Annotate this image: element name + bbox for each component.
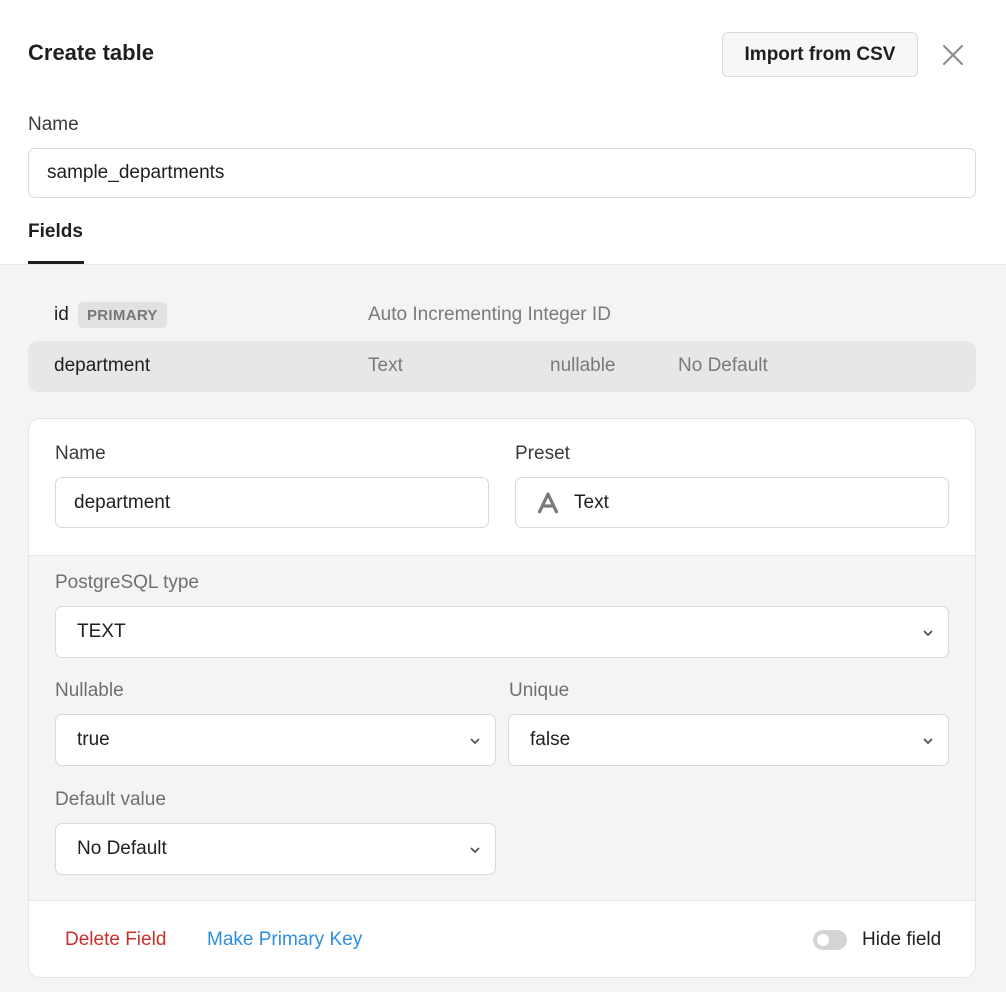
table-name-input[interactable]: sample_departments <box>28 148 976 198</box>
dialog-header: Create table Import from CSV Name sample… <box>0 0 1006 264</box>
import-csv-button[interactable]: Import from CSV <box>722 32 918 77</box>
unique-label: Unique <box>509 680 570 701</box>
default-value-label: Default value <box>55 789 166 810</box>
delete-field-button[interactable]: Delete Field <box>65 929 166 951</box>
editor-top-section: Name department Preset Text <box>29 419 975 555</box>
make-primary-key-button[interactable]: Make Primary Key <box>207 929 362 951</box>
preset-value: Text <box>574 491 609 513</box>
postgres-type-select[interactable]: TEXT <box>55 606 949 658</box>
unique-value: false <box>530 729 571 750</box>
chevron-down-icon <box>923 630 933 637</box>
field-default: No Default <box>678 355 768 376</box>
field-row-department[interactable]: department Text nullable No Default <box>28 341 976 392</box>
postgres-type-value: TEXT <box>77 621 126 642</box>
nullable-value: true <box>77 729 110 750</box>
close-icon[interactable] <box>938 40 968 70</box>
primary-badge: PRIMARY <box>78 302 167 328</box>
field-type: Text <box>368 355 403 376</box>
chevron-down-icon <box>470 847 480 854</box>
field-type: Auto Incrementing Integer ID <box>368 304 611 325</box>
field-row-id[interactable]: id PRIMARY Auto Incrementing Integer ID <box>28 290 976 341</box>
toggle-knob <box>817 934 829 946</box>
chevron-down-icon <box>470 738 480 745</box>
field-name-input[interactable]: department <box>55 477 489 528</box>
field-nullable: nullable <box>550 355 616 376</box>
field-name: department <box>54 355 151 376</box>
nullable-select[interactable]: true <box>55 714 496 766</box>
preset-select[interactable]: Text <box>515 477 949 528</box>
editor-options-section: PostgreSQL type TEXT Nullable true Uniqu… <box>29 555 975 901</box>
tab-fields[interactable]: Fields <box>28 221 83 243</box>
default-value-select[interactable]: No Default <box>55 823 496 875</box>
preset-label: Preset <box>515 443 570 464</box>
field-editor-card: Name department Preset Text PostgreSQL t… <box>28 418 976 978</box>
postgres-type-label: PostgreSQL type <box>55 572 199 593</box>
dialog-title: Create table <box>28 40 154 65</box>
field-name-label: Name <box>55 443 106 464</box>
editor-actions: Delete Field Make Primary Key Hide field <box>29 901 975 977</box>
nullable-label: Nullable <box>55 680 124 701</box>
hide-field-label: Hide field <box>862 929 942 950</box>
hide-field-toggle[interactable] <box>813 930 847 950</box>
default-value: No Default <box>77 838 167 859</box>
field-name: id <box>54 304 69 325</box>
table-name-label: Name <box>28 114 79 135</box>
text-preset-icon <box>536 491 560 521</box>
unique-select[interactable]: false <box>508 714 949 766</box>
chevron-down-icon <box>923 738 933 745</box>
